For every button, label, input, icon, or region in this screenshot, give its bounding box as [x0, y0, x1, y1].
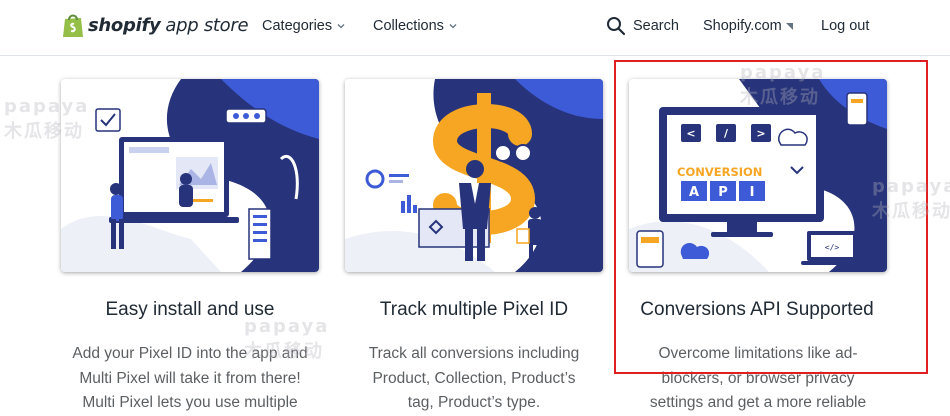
feature-description-line: settings and get a more reliable	[649, 394, 867, 411]
nav-collections-label: Collections	[373, 18, 444, 34]
feature-title-easy-install: Easy install and use	[105, 299, 275, 320]
logout-label: Log out	[821, 18, 870, 34]
feature-description-line: Add your Pixel ID into the app and	[72, 345, 308, 362]
api-letter-i: I	[750, 185, 755, 200]
top-header: shopify app store Categories Collections…	[0, 0, 950, 56]
external-link-icon	[785, 22, 793, 30]
logout-link[interactable]: Log out	[821, 18, 869, 34]
feature-description-line: Track all conversions including	[368, 345, 580, 362]
shopify-bag-icon	[63, 14, 83, 37]
feature-image-conversions-api: < / > CONVERSION A P I </>	[629, 79, 887, 272]
nav-shopify-com-link[interactable]: Shopify.com	[703, 18, 793, 34]
feature-image-easy-install	[61, 79, 319, 272]
feature-description-line: Product, Collection, Product’s	[372, 369, 576, 387]
feature-description-line: Multi Pixel will take it from there!	[79, 369, 301, 387]
api-letter-p: P	[718, 185, 728, 200]
chevron-down-icon	[337, 24, 345, 29]
nav-categories-label: Categories	[262, 18, 333, 34]
feature-description-line: Overcome limitations like ad-	[658, 345, 858, 362]
nav-collections[interactable]: Collections	[373, 18, 457, 34]
laptop-code-tag: </>	[825, 243, 840, 252]
shopify-app-store-logo[interactable]: shopify app store	[62, 12, 249, 38]
feature-description-line: blockers, or browser privacy	[661, 369, 855, 387]
logo-brand-text: shopify	[88, 14, 161, 36]
feature-description-line: tag, Product’s type.	[407, 394, 541, 411]
chevron-down-icon	[449, 24, 457, 29]
code-right-bracket: >	[756, 127, 765, 140]
developer-illustration	[61, 79, 319, 272]
feature-description-easy-install: Add your Pixel ID into the app and Multi…	[40, 342, 340, 416]
nav-shopify-com-label: Shopify.com	[703, 18, 782, 34]
search-icon	[607, 17, 626, 36]
code-left-bracket: <	[686, 127, 695, 140]
feature-image-track-multiple	[345, 79, 603, 272]
logo-suffix-text: app store	[165, 14, 249, 36]
feature-description-conversions-api: Overcome limitations like ad- blockers, …	[608, 342, 908, 416]
api-letter-a: A	[689, 185, 699, 200]
search-button[interactable]: Search	[606, 16, 679, 36]
conversion-api-illustration: < / > CONVERSION A P I </>	[629, 79, 887, 272]
conversion-word: CONVERSION	[677, 165, 762, 179]
feature-description-line: Multi Pixel lets you use multiple	[82, 394, 298, 411]
nav-categories[interactable]: Categories	[262, 18, 345, 34]
dollar-tracking-illustration	[345, 79, 603, 272]
feature-title-conversions-api: Conversions API Supported	[640, 299, 874, 320]
feature-title-track-multiple: Track multiple Pixel ID	[379, 299, 569, 320]
search-label: Search	[633, 18, 679, 34]
feature-description-track-multiple: Track all conversions including Product,…	[324, 342, 624, 416]
